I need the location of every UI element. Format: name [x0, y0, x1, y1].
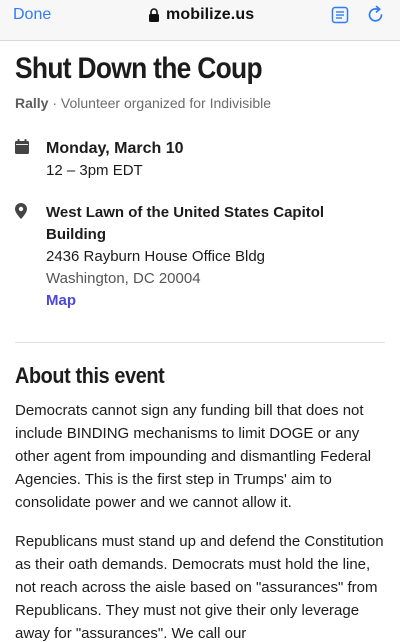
location-row: West Lawn of the United States Capitol B… [15, 202, 385, 312]
about-paragraph-2: Republicans must stand up and defend the… [15, 533, 384, 642]
event-organizer: Volunteer organized for Indivisible [60, 95, 272, 111]
location-address: 2436 Rayburn House Office Bldg [46, 248, 266, 265]
event-content: Shut Down the Coup Rally · Volunteer org… [15, 52, 385, 642]
location-name: West Lawn of the United States Capitol B… [46, 204, 325, 243]
reader-view-icon[interactable] [331, 6, 349, 24]
reload-icon[interactable] [366, 5, 385, 24]
done-button[interactable]: Done [13, 6, 51, 24]
url-text: mobilize.us [166, 6, 255, 23]
event-time: 12 – 3pm EDT [46, 162, 143, 179]
calendar-icon [15, 139, 29, 159]
location-city: Washington, DC 20004 [46, 270, 201, 287]
section-divider [15, 342, 385, 343]
event-meta: Rally · Volunteer organized for Indivisi… [15, 94, 385, 112]
about-paragraph-1: Democrats cannot sign any funding bill t… [15, 402, 372, 511]
event-title: Shut Down the Coup [15, 52, 263, 85]
address-bar[interactable]: mobilize.us [148, 4, 254, 26]
lock-icon [148, 8, 160, 22]
meta-separator: · [48, 95, 61, 111]
event-type: Rally [15, 95, 49, 111]
page: Done mobilize.us Shut Down the Coup Rall… [0, 0, 400, 642]
location-pin-icon [15, 203, 27, 224]
browser-top-bar: Done mobilize.us [0, 0, 400, 41]
event-date: Monday, March 10 [46, 140, 184, 157]
date-time-row: Monday, March 10 12 – 3pm EDT [15, 138, 385, 182]
about-heading: About this event [15, 363, 165, 388]
map-link[interactable]: Map [46, 290, 76, 312]
